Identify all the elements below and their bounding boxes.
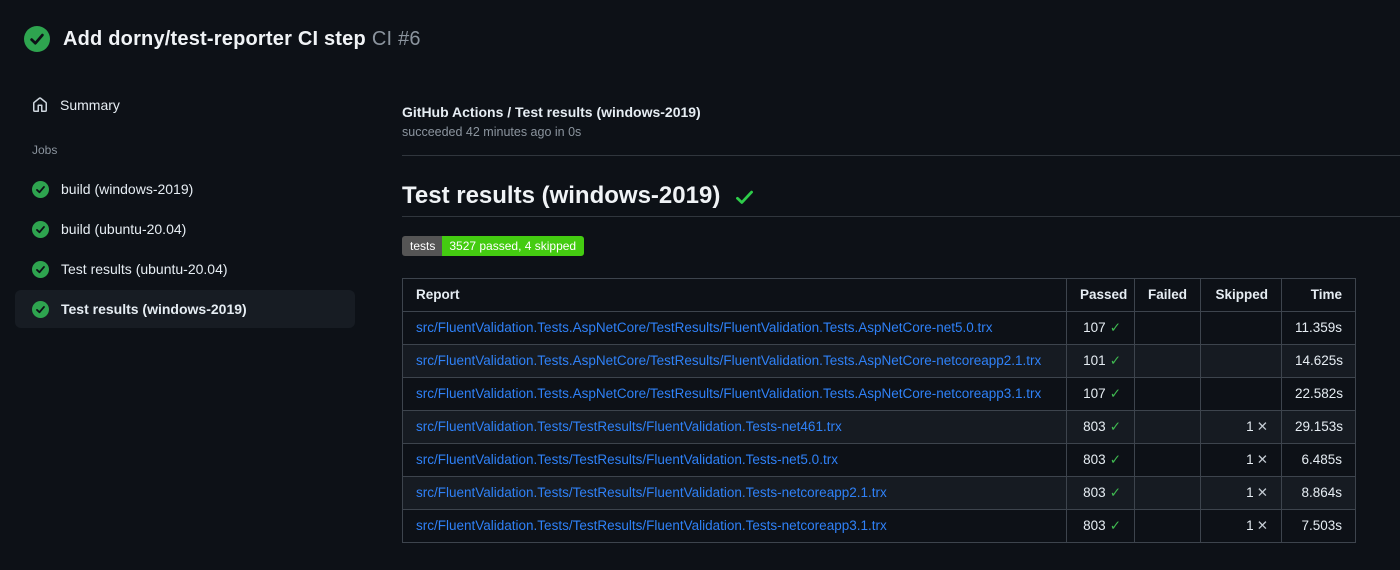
report-row-2: src/FluentValidation.Tests.AspNetCore/Te… [402,344,1356,378]
sidebar-item-job-1[interactable]: build (windows-2019) [15,170,355,208]
test-results-table: Report Passed Failed Skipped Time src/Fluent… [402,278,1356,543]
passed-check-icon: ✓ [1109,485,1121,500]
failed-cell [1134,443,1201,477]
skipped-x-icon: ✕ [1256,419,1268,434]
time-cell: 6.485s [1281,443,1356,477]
time-cell: 14.625s [1281,344,1356,378]
report-link[interactable]: src/FluentValidation.Tests/TestResults/F… [416,485,887,500]
skipped-cell: 1 ✕ [1200,443,1282,477]
column-header-time: Time [1281,278,1356,312]
skipped-cell [1200,377,1282,411]
success-check-icon [734,187,755,208]
success-check-circle-icon [24,26,50,52]
sidebar-summary-label: Summary [60,97,120,113]
passed-cell: 803 ✓ [1066,410,1135,444]
report-row-1: src/FluentValidation.Tests.AspNetCore/Te… [402,311,1356,345]
failed-cell [1134,509,1201,543]
table-header-row: Report Passed Failed Skipped Time [402,278,1356,312]
passed-cell: 803 ✓ [1066,509,1135,543]
passed-check-icon: ✓ [1109,452,1121,467]
job-label: build (ubuntu-20.04) [61,221,187,237]
skipped-cell [1200,311,1282,345]
report-row-5: src/FluentValidation.Tests/TestResults/F… [402,443,1356,477]
skipped-cell [1200,344,1282,378]
success-check-circle-icon [32,220,49,238]
column-header-passed: Passed [1066,278,1135,312]
passed-cell: 803 ✓ [1066,443,1135,477]
job-detail-panel: GitHub Actions / Test results (windows-2… [402,104,1400,543]
workflow-run-page: Add dorny/test-reporter CI step CI #6 Sum… [0,0,1400,570]
badge-label: tests [402,236,443,256]
report-row-4: src/FluentValidation.Tests/TestResults/F… [402,410,1356,444]
sidebar-item-summary[interactable]: Summary [15,88,355,122]
skipped-x-icon: ✕ [1256,518,1268,533]
passed-check-icon: ✓ [1109,518,1121,533]
run-title-text: Add dorny/test-reporter CI step [63,27,366,50]
failed-cell [1134,476,1201,510]
run-number: CI #6 [371,27,421,50]
job-label: Test results (ubuntu-20.04) [61,261,228,277]
run-title: Add dorny/test-reporter CI step CI #6 [63,28,421,51]
time-cell: 8.864s [1281,476,1356,510]
check-run-title: GitHub Actions / Test results (windows-2… [402,104,701,120]
sidebar-item-job-2[interactable]: build (ubuntu-20.04) [15,210,355,248]
column-header-failed: Failed [1134,278,1201,312]
failed-cell [1134,410,1201,444]
sidebar-item-job-3[interactable]: Test results (ubuntu-20.04) [15,250,355,288]
run-header: Add dorny/test-reporter CI step CI #6 [24,26,421,52]
passed-check-icon: ✓ [1109,419,1121,434]
time-cell: 7.503s [1281,509,1356,543]
report-link[interactable]: src/FluentValidation.Tests/TestResults/F… [416,452,838,467]
passed-check-icon: ✓ [1109,386,1121,401]
tests-status-badge: tests 3527 passed, 4 skipped [402,236,585,256]
section-heading-text: Test results (windows-2019) [402,182,721,209]
column-header-report: Report [402,278,1067,312]
skipped-cell: 1 ✕ [1200,476,1282,510]
jobs-section-heading: Jobs [32,143,58,157]
skipped-cell: 1 ✕ [1200,410,1282,444]
passed-cell: 803 ✓ [1066,476,1135,510]
success-check-circle-icon [32,180,49,198]
column-header-skipped: Skipped [1200,278,1282,312]
failed-cell [1134,311,1201,345]
check-run-status: succeeded 42 minutes ago in 0s [402,125,582,139]
skipped-x-icon: ✕ [1256,452,1268,467]
success-check-circle-icon [32,300,49,318]
report-row-7: src/FluentValidation.Tests/TestResults/F… [402,509,1356,543]
passed-check-icon: ✓ [1109,353,1121,368]
report-link[interactable]: src/FluentValidation.Tests.AspNetCore/Te… [416,320,993,335]
failed-cell [1134,344,1201,378]
section-heading: Test results (windows-2019) [402,182,1400,217]
passed-cell: 101 ✓ [1066,344,1135,378]
passed-cell: 107 ✓ [1066,311,1135,345]
report-row-6: src/FluentValidation.Tests/TestResults/F… [402,476,1356,510]
job-label: build (windows-2019) [61,181,194,197]
failed-cell [1134,377,1201,411]
report-link[interactable]: src/FluentValidation.Tests.AspNetCore/Te… [416,386,1041,401]
job-label: Test results (windows-2019) [61,301,247,317]
time-cell: 22.582s [1281,377,1356,411]
report-link[interactable]: src/FluentValidation.Tests/TestResults/F… [416,518,887,533]
success-check-circle-icon [32,260,49,278]
badge-value: 3527 passed, 4 skipped [442,236,585,256]
skipped-x-icon: ✕ [1256,485,1268,500]
skipped-cell: 1 ✕ [1200,509,1282,543]
sidebar: Summary Jobs build (windows-2019) build (… [15,88,355,330]
time-cell: 29.153s [1281,410,1356,444]
time-cell: 11.359s [1281,311,1356,345]
report-link[interactable]: src/FluentValidation.Tests.AspNetCore/Te… [416,353,1041,368]
jobs-list: build (windows-2019) build (ubuntu-20.04)… [15,170,355,328]
report-row-3: src/FluentValidation.Tests.AspNetCore/Te… [402,377,1356,411]
report-link[interactable]: src/FluentValidation.Tests/TestResults/F… [416,419,842,434]
sidebar-item-job-4[interactable]: Test results (windows-2019) [15,290,355,328]
passed-cell: 107 ✓ [1066,377,1135,411]
divider [402,155,1400,156]
home-icon [32,97,48,113]
passed-check-icon: ✓ [1109,320,1121,335]
